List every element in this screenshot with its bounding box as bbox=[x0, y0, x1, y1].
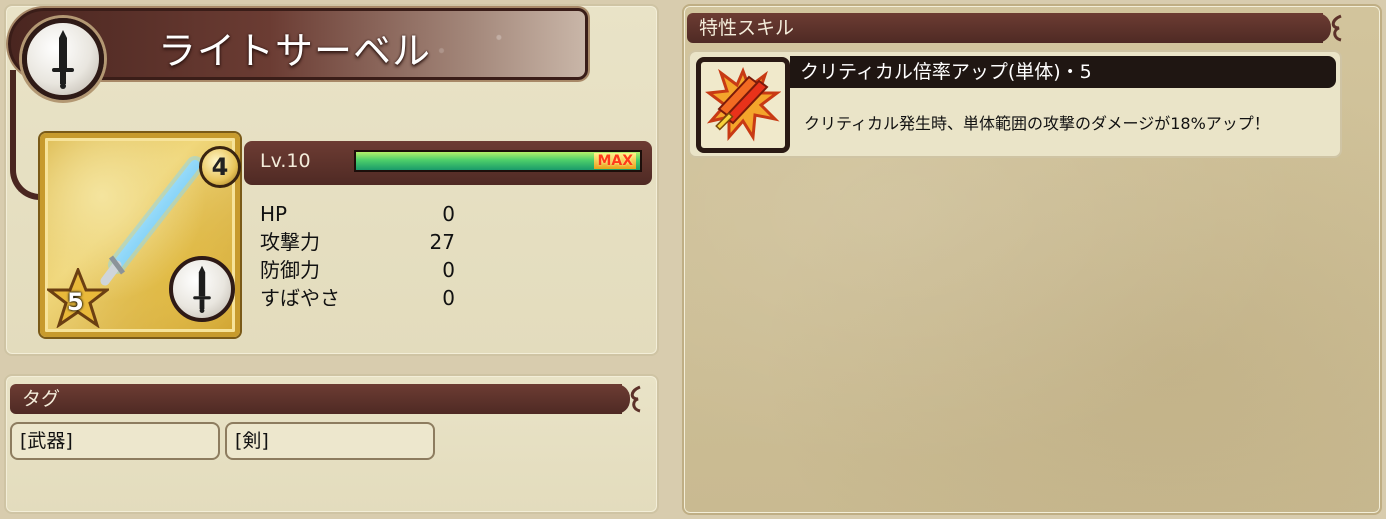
weapon-card: 4 5 bbox=[40, 133, 241, 337]
skill-name: クリティカル倍率アップ(単体)・5 bbox=[790, 56, 1336, 88]
skill-description: クリティカル発生時、単体範囲の攻撃のダメージが18%アップ！ bbox=[804, 114, 1270, 133]
swirl-ornament-icon bbox=[1331, 14, 1342, 42]
stat-label: すばやさ bbox=[260, 286, 340, 310]
stat-label: 防御力 bbox=[260, 258, 320, 282]
stat-value: 0 bbox=[442, 258, 455, 282]
level-bar: Lv.10 MAX bbox=[244, 141, 652, 185]
stat-value: 0 bbox=[442, 286, 455, 310]
tag-item[interactable]: [剣] bbox=[225, 422, 435, 460]
stat-row: HP 0 bbox=[260, 200, 455, 228]
skill-section-header: 特性スキル bbox=[687, 13, 1342, 43]
tag-section-title: タグ bbox=[22, 388, 61, 410]
swirl-ornament-icon bbox=[630, 385, 641, 413]
skill-card[interactable]: クリティカル倍率アップ(単体)・5 クリティカル発生時、単体範囲の攻撃のダメージ… bbox=[688, 50, 1342, 158]
stats-list: HP 0 攻撃力 27 防御力 0 すばやさ 0 bbox=[260, 200, 455, 312]
weapon-name: ライトサーベル bbox=[158, 29, 432, 73]
max-label: MAX bbox=[594, 153, 636, 169]
stat-value: 27 bbox=[429, 230, 455, 254]
tag-section-header: タグ bbox=[10, 384, 641, 414]
sword-icon bbox=[169, 256, 235, 322]
stat-row: 防御力 0 bbox=[260, 256, 455, 284]
level-label: Lv.10 bbox=[260, 150, 311, 172]
stat-row: すばやさ 0 bbox=[260, 284, 455, 312]
level-gauge: MAX bbox=[354, 150, 642, 172]
critical-slash-icon bbox=[696, 57, 790, 153]
stat-row: 攻撃力 27 bbox=[260, 228, 455, 256]
sword-icon bbox=[22, 18, 104, 100]
skill-section-title: 特性スキル bbox=[699, 17, 795, 39]
stat-value: 0 bbox=[442, 202, 455, 226]
stat-label: 攻撃力 bbox=[260, 230, 320, 254]
rarity-value: 5 bbox=[67, 288, 84, 316]
stat-label: HP bbox=[260, 202, 288, 226]
tag-item[interactable]: [武器] bbox=[10, 422, 220, 460]
rank-badge: 4 bbox=[199, 146, 241, 188]
